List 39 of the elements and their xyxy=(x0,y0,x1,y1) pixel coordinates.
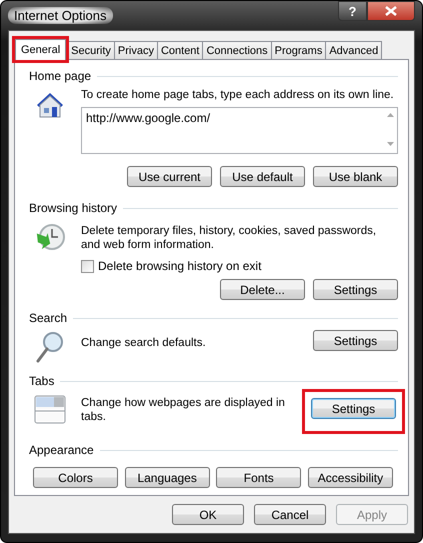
section-title: Tabs xyxy=(29,374,54,388)
button[interactable]: Use default xyxy=(220,166,305,187)
close-icon xyxy=(385,6,397,16)
tab[interactable]: Privacy xyxy=(114,41,158,59)
scroll-down-icon[interactable] xyxy=(386,142,394,146)
checkbox-label[interactable]: Delete browsing history on exit xyxy=(98,259,262,273)
tab[interactable]: General xyxy=(15,39,66,60)
button[interactable]: Cancel xyxy=(254,504,326,525)
button[interactable]: Settings xyxy=(311,398,396,419)
button[interactable]: Languages xyxy=(124,467,210,488)
button[interactable]: Settings xyxy=(313,279,398,300)
tab[interactable]: Advanced xyxy=(325,41,382,59)
button[interactable]: Delete... xyxy=(220,279,305,300)
description: Change search defaults. xyxy=(81,336,207,351)
button[interactable]: Use current xyxy=(127,166,212,187)
button[interactable]: Settings xyxy=(313,330,398,351)
button[interactable]: Accessibility xyxy=(308,467,393,488)
tab[interactable]: Content xyxy=(156,41,204,59)
checkbox[interactable] xyxy=(81,260,94,272)
button[interactable]: Use blank xyxy=(313,166,398,187)
description: To create home page tabs, type each address on its own line. xyxy=(81,88,395,102)
section-title: Appearance xyxy=(29,443,94,457)
description: Delete temporary files, history, cookies, saved passwords, and web form information. xyxy=(81,224,378,252)
button[interactable]: OK xyxy=(172,504,244,525)
browser-tabs-icon xyxy=(33,393,67,425)
help-button[interactable]: ? xyxy=(338,1,367,21)
close-button[interactable] xyxy=(367,1,415,21)
tab[interactable]: Security xyxy=(67,41,115,59)
button[interactable]: Colors xyxy=(33,467,118,488)
section-title: Search xyxy=(29,311,68,325)
window-title: Internet Options xyxy=(8,7,112,24)
button[interactable]: Fonts xyxy=(216,467,302,488)
description: Change how webpages are displayed in tabs. xyxy=(81,396,286,425)
scroll-up-icon[interactable] xyxy=(386,113,394,117)
section-title: Home page xyxy=(29,69,92,83)
tab[interactable]: Connections xyxy=(202,41,272,59)
home-page-field[interactable]: http://www.google.com/ xyxy=(81,107,398,154)
section-title: Browsing history xyxy=(29,201,118,215)
tab[interactable]: Programs xyxy=(270,41,326,59)
